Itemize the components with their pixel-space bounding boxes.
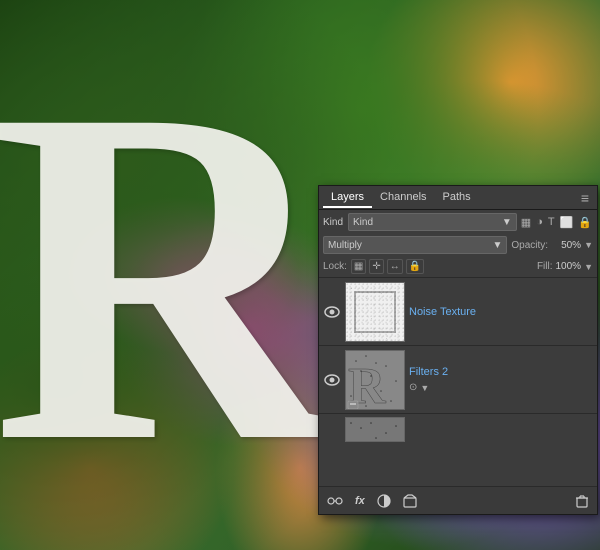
- panel-menu-icon[interactable]: ≡: [577, 190, 593, 206]
- layer-fx-icon-2[interactable]: ⊙: [409, 382, 417, 393]
- lock-position-icon[interactable]: ✛: [369, 259, 383, 274]
- layers-panel: Layers Channels Paths ≡ Kind Kind ▼ ▦ ◑ …: [318, 185, 598, 515]
- filter-type-icon[interactable]: T: [547, 215, 556, 229]
- tab-paths[interactable]: Paths: [435, 188, 479, 208]
- lock-icons: ▦ ✛ ↔ 🔒: [351, 259, 424, 274]
- opacity-arrow: ▼: [584, 240, 593, 250]
- layer-controls-2: ⊙ ▼: [409, 382, 593, 393]
- tab-channels[interactable]: Channels: [372, 188, 434, 208]
- lock-row: Lock: ▦ ✛ ↔ 🔒 Fill: 100% ▼: [319, 256, 597, 278]
- toolbar-fx-button[interactable]: fx: [351, 493, 369, 509]
- lock-artboard-icon[interactable]: ↔: [387, 259, 403, 274]
- toolbar-adjustment-button[interactable]: [373, 492, 395, 510]
- layer-name-2: Filters 2: [409, 366, 593, 378]
- fill-group: Fill: 100% ▼: [537, 261, 593, 272]
- tab-layers[interactable]: Layers: [323, 188, 372, 208]
- letter-r: R: [20, 10, 300, 540]
- layer-visibility-2[interactable]: [323, 371, 341, 389]
- lock-all-icon[interactable]: 🔒: [406, 259, 424, 274]
- filter-adjust-icon[interactable]: ◑: [535, 215, 544, 229]
- toolbar-group-button[interactable]: [399, 492, 421, 510]
- letter-r-text: R: [0, 35, 328, 515]
- lock-label: Lock:: [323, 261, 347, 272]
- layer-expand-icon[interactable]: ▼: [420, 383, 429, 393]
- layer-thumb-3: [345, 417, 405, 442]
- toolbar-link-button[interactable]: [323, 492, 347, 510]
- layer-visibility-3[interactable]: [323, 417, 341, 435]
- layers-list: Noise Texture R: [319, 278, 597, 486]
- fill-label: Fill:: [537, 261, 553, 272]
- blend-mode-dropdown[interactable]: Multiply ▼: [323, 236, 507, 254]
- filter-icons: ▦ ◑ T ⬜ 🔒: [520, 215, 593, 230]
- layer-info-2: Filters 2 ⊙ ▼: [409, 366, 593, 393]
- layer-item-noise-texture[interactable]: Noise Texture: [319, 278, 597, 346]
- layer-name-1: Noise Texture: [409, 306, 593, 318]
- filter-lock-icon[interactable]: 🔒: [577, 215, 593, 230]
- panel-toolbar: fx: [319, 486, 597, 514]
- blend-row: Multiply ▼ Opacity: 50% ▼: [319, 234, 597, 256]
- layer-info-1: Noise Texture: [409, 306, 593, 318]
- layer-thumb-2: R: [345, 350, 405, 410]
- opacity-value[interactable]: 50%: [551, 240, 581, 251]
- opacity-group: Opacity: 50% ▼: [511, 240, 593, 251]
- lock-pixels-icon[interactable]: ▦: [351, 259, 366, 274]
- panel-tabs: Layers Channels Paths ≡: [319, 186, 597, 210]
- filter-kind-dropdown[interactable]: Kind ▼: [348, 213, 517, 231]
- filter-row: Kind Kind ▼ ▦ ◑ T ⬜ 🔒: [319, 210, 597, 234]
- filter-shape-icon[interactable]: ⬜: [559, 215, 575, 230]
- layer-item-3[interactable]: [319, 414, 597, 445]
- fill-value[interactable]: 100%: [556, 261, 582, 272]
- toolbar-delete-button[interactable]: [571, 492, 593, 510]
- layer-visibility-1[interactable]: [323, 303, 341, 321]
- opacity-label: Opacity:: [511, 240, 548, 251]
- layer-thumb-1: [345, 282, 405, 342]
- filter-pixel-icon[interactable]: ▦: [520, 215, 532, 230]
- layer-item-filters-2[interactable]: R Fi: [319, 346, 597, 414]
- filter-kind-label: Kind: [323, 217, 343, 228]
- fill-arrow: ▼: [584, 262, 593, 272]
